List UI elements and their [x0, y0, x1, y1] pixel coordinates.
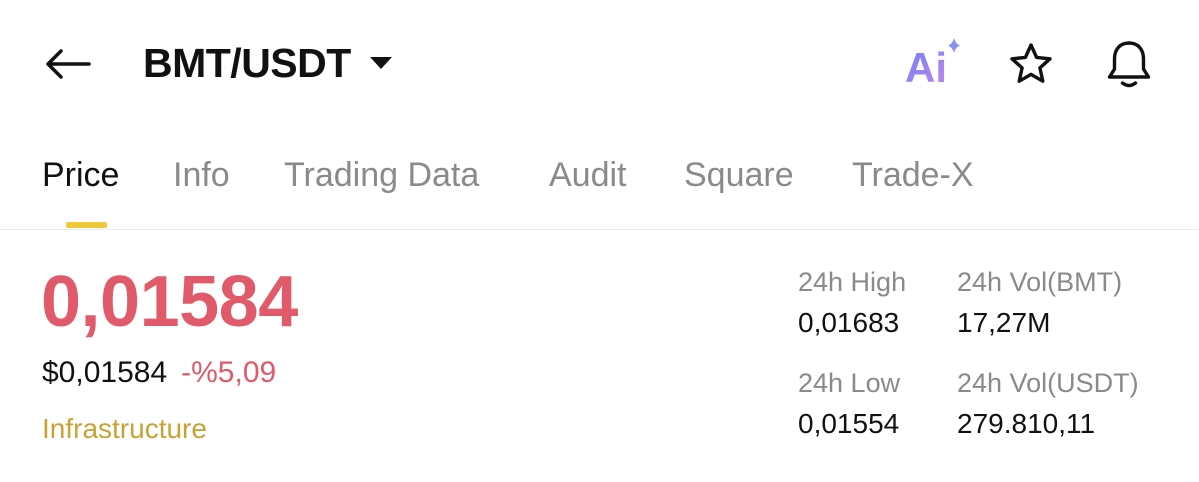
back-button[interactable]	[40, 38, 96, 90]
price-change-percent: -%5,09	[181, 356, 277, 389]
tab-trading-data[interactable]: Trading Data	[284, 156, 479, 195]
usd-price: $0,01584	[42, 356, 168, 389]
category-tag[interactable]: Infrastructure	[42, 413, 207, 445]
stat-value: 0,01554	[798, 408, 900, 439]
tab-info[interactable]: Info	[173, 156, 230, 195]
stat-value: 17,27M	[957, 307, 1051, 338]
bell-icon	[1107, 41, 1151, 88]
ai-sparkle-icon: Ai	[905, 38, 960, 91]
stat-24h-high: 24h High 0,01683	[798, 267, 906, 339]
stat-label: 24h High	[798, 267, 907, 297]
stat-24h-low: 24h Low 0,01554	[798, 368, 900, 440]
star-icon	[1010, 43, 1052, 83]
stat-24h-vol-base: 24h Vol(BMT) 17,27M	[957, 267, 1122, 339]
tab-bar: Price Info Trading Data Audit Square Tra…	[0, 150, 1199, 229]
stat-label: 24h Low	[798, 368, 901, 398]
divider	[0, 229, 1199, 230]
tab-square[interactable]: Square	[684, 156, 794, 195]
arrow-left-icon	[46, 49, 91, 79]
caret-down-icon	[369, 56, 393, 70]
stat-value: 0,01683	[798, 307, 900, 338]
price-alert-button[interactable]	[1100, 36, 1158, 92]
market-detail-screen: BMT/USDT Ai Price Info Trading Data Audi…	[0, 0, 1199, 482]
stat-label: 24h Vol(BMT)	[957, 267, 1123, 297]
last-price: 0,01584	[41, 262, 298, 342]
svg-text:Ai: Ai	[905, 44, 947, 88]
top-bar: BMT/USDT Ai	[0, 0, 1199, 125]
pair-selector[interactable]: BMT/USDT	[143, 34, 393, 92]
stat-label: 24h Vol(USDT)	[957, 368, 1139, 398]
tab-audit[interactable]: Audit	[549, 156, 627, 195]
active-tab-indicator	[66, 222, 107, 228]
ai-assistant-button[interactable]: Ai	[902, 36, 966, 91]
price-summary: $0,01584 -%5,09	[42, 356, 276, 390]
tab-trade-x[interactable]: Trade-X	[852, 156, 974, 195]
stat-value: 279.810,11	[957, 408, 1096, 439]
favorite-button[interactable]	[1004, 38, 1058, 90]
stat-24h-vol-quote: 24h Vol(USDT) 279.810,11	[957, 368, 1139, 440]
tab-price[interactable]: Price	[42, 156, 119, 195]
pair-title: BMT/USDT	[143, 39, 351, 86]
